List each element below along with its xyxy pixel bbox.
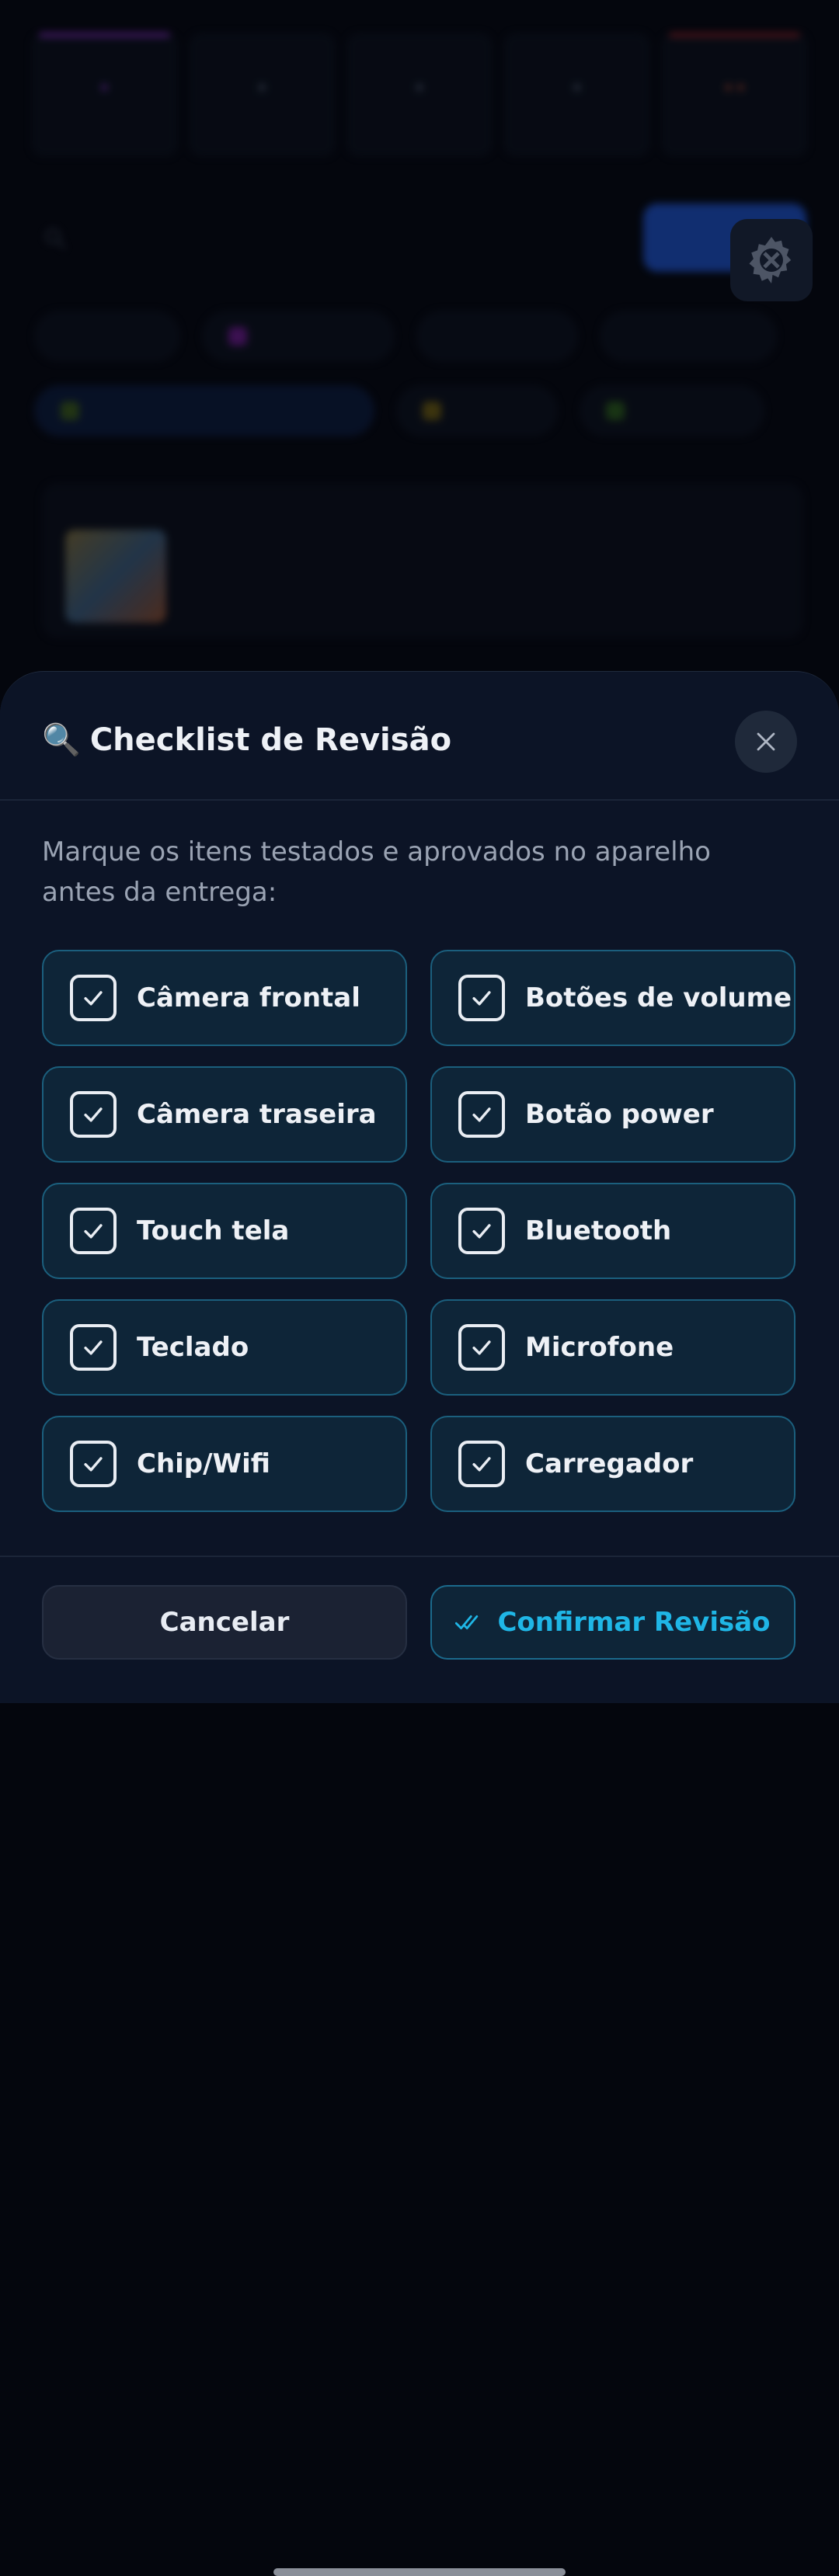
- close-icon: [757, 732, 775, 751]
- magnifier-icon: 🔍: [42, 722, 81, 758]
- cancel-button[interactable]: Cancelar: [42, 1585, 407, 1660]
- search-bar: [42, 203, 601, 273]
- checklist-item-label: Touch tela: [137, 1215, 290, 1246]
- checkmark-icon: [472, 991, 491, 1006]
- order-card: [42, 483, 803, 638]
- checklist-item-label: Botões de volume: [525, 982, 792, 1013]
- checkmark-icon: [472, 1224, 491, 1239]
- checklist-item[interactable]: Teclado: [42, 1299, 407, 1396]
- filter-chip: [34, 311, 180, 362]
- checkbox[interactable]: [458, 1208, 505, 1254]
- checkbox[interactable]: [70, 1441, 117, 1487]
- checkmark-icon: [84, 1457, 103, 1472]
- checklist-item[interactable]: Câmera frontal: [42, 950, 407, 1046]
- checkmark-icon: [84, 1340, 103, 1355]
- stats-row: · · · · ··: [31, 33, 808, 157]
- checkmark-icon: [84, 991, 103, 1006]
- checkmark-icon: [472, 1457, 491, 1472]
- filter-chip: [202, 311, 395, 362]
- modal-footer: Cancelar Confirmar Revisão: [0, 1556, 839, 2576]
- checklist-grid: Câmera frontal Botões de volume Câmera tra…: [42, 950, 797, 1512]
- checkbox[interactable]: [70, 1324, 117, 1371]
- checklist-item-label: Botão power: [525, 1099, 714, 1130]
- background-app: · · · · ··: [0, 0, 839, 699]
- status-chip: [34, 385, 374, 436]
- stat-card: ·: [503, 33, 651, 157]
- modal-description: Marque os itens testados e aprovados no …: [42, 836, 711, 908]
- checklist-item-label: Microfone: [525, 1332, 674, 1363]
- checklist-item-label: Chip/Wifi: [137, 1448, 270, 1479]
- checklist-item[interactable]: Chip/Wifi: [42, 1416, 407, 1512]
- modal-title-text: Checklist de Revisão: [89, 721, 452, 758]
- checkbox[interactable]: [70, 1091, 117, 1138]
- checkbox[interactable]: [458, 1441, 505, 1487]
- checklist-item[interactable]: Carregador: [430, 1416, 795, 1512]
- double-check-icon: [455, 1615, 479, 1629]
- stat-card: ··: [661, 33, 808, 157]
- status-chips: [34, 385, 764, 436]
- checkbox[interactable]: [70, 975, 117, 1021]
- checklist-item[interactable]: Câmera traseira: [42, 1066, 407, 1163]
- checkmark-icon: [84, 1107, 103, 1122]
- stat-card: ·: [346, 33, 493, 157]
- checkbox[interactable]: [458, 1091, 505, 1138]
- device-thumbnail: [65, 530, 166, 623]
- checkbox[interactable]: [458, 1324, 505, 1371]
- checkbox[interactable]: [458, 975, 505, 1021]
- checklist-item[interactable]: Botões de volume: [430, 950, 795, 1046]
- checkmark-icon: [472, 1107, 491, 1122]
- checklist-modal: 🔍 Checklist de Revisão Marque os itens t…: [0, 671, 839, 2576]
- checkmark-icon: [472, 1340, 491, 1355]
- checklist-item-label: Teclado: [137, 1332, 249, 1363]
- home-indicator: [273, 2568, 566, 2576]
- checklist-item-label: Câmera traseira: [137, 1099, 377, 1130]
- filter-chip: [416, 311, 578, 362]
- checklist-item[interactable]: Botão power: [430, 1066, 795, 1163]
- checklist-item-label: Bluetooth: [525, 1215, 672, 1246]
- checkbox[interactable]: [70, 1208, 117, 1254]
- filter-chip: [600, 311, 777, 362]
- close-button[interactable]: [735, 711, 797, 773]
- checklist-item[interactable]: Microfone: [430, 1299, 795, 1396]
- status-chip: [396, 385, 558, 436]
- checklist-item[interactable]: Bluetooth: [430, 1183, 795, 1279]
- checkmark-icon: [84, 1224, 103, 1239]
- stat-card: ·: [188, 33, 336, 157]
- filter-chips: [34, 311, 777, 362]
- checklist-item-label: Carregador: [525, 1448, 694, 1479]
- confirm-review-button[interactable]: Confirmar Revisão: [430, 1585, 795, 1660]
- confirm-label: Confirmar Revisão: [497, 1607, 771, 1638]
- status-chip: [580, 385, 764, 436]
- gear-tools-icon: [730, 219, 813, 301]
- modal-title: 🔍 Checklist de Revisão: [42, 721, 452, 759]
- modal-header: 🔍 Checklist de Revisão: [0, 672, 839, 801]
- search-icon: [44, 228, 67, 250]
- checklist-item[interactable]: Touch tela: [42, 1183, 407, 1279]
- stat-card: ·: [31, 33, 178, 157]
- checklist-item-label: Câmera frontal: [137, 982, 360, 1013]
- cancel-label: Cancelar: [159, 1607, 290, 1638]
